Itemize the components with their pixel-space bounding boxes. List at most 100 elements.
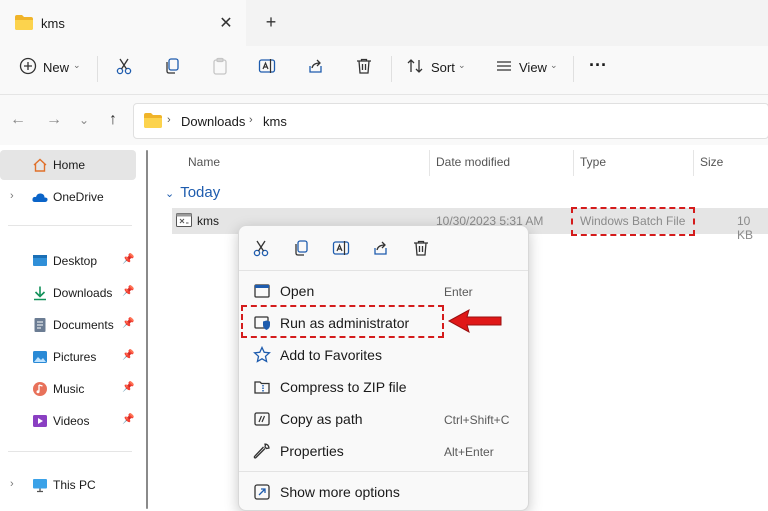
divider — [391, 56, 392, 82]
sidebar-item-this-pc[interactable]: › This PC — [0, 470, 136, 500]
menu-item-shortcut: Ctrl+Shift+C — [444, 413, 510, 427]
home-icon — [33, 158, 47, 172]
recent-locations-icon[interactable]: ⌄ — [75, 111, 93, 129]
sidebar-item-label: OneDrive — [53, 190, 104, 204]
close-tab-icon[interactable]: ✕ — [217, 13, 235, 33]
column-header-name[interactable]: Name — [188, 155, 220, 169]
rename-icon[interactable] — [255, 54, 279, 78]
folder-icon — [144, 113, 162, 128]
menu-item-label: Show more options — [280, 484, 400, 500]
context-menu: Open Enter Run as administrator Add to F… — [238, 225, 529, 511]
forward-arrow-icon[interactable]: → — [45, 111, 63, 129]
sidebar-item-videos[interactable]: Videos 📌 — [0, 406, 136, 436]
share-icon[interactable] — [304, 54, 328, 78]
address-bar[interactable]: › Downloads › kms — [133, 103, 768, 139]
chevron-down-icon: ⌄ — [165, 188, 175, 200]
pin-icon: 📌 — [122, 414, 135, 425]
column-divider[interactable] — [573, 150, 574, 176]
folder-icon — [15, 15, 33, 30]
column-header-date[interactable]: Date modified — [436, 155, 510, 169]
sidebar-item-documents[interactable]: Documents 📌 — [0, 310, 136, 340]
divider — [239, 270, 528, 271]
column-header-size[interactable]: Size — [700, 155, 723, 169]
open-icon — [254, 284, 270, 298]
pin-icon: 📌 — [122, 318, 135, 329]
sort-icon[interactable] — [403, 54, 427, 78]
sidebar-item-label: Music — [53, 382, 85, 396]
menu-item-label: Compress to ZIP file — [280, 379, 407, 395]
column-header-type[interactable]: Type — [580, 155, 606, 169]
menu-item-copy-as-path[interactable]: Copy as path Ctrl+Shift+C — [239, 403, 528, 435]
share-icon[interactable] — [369, 236, 393, 260]
group-label: Today — [180, 184, 221, 201]
chevron-down-icon: ⌄ — [73, 60, 81, 70]
new-tab-button[interactable]: + — [262, 12, 280, 33]
sidebar-item-downloads[interactable]: Downloads 📌 — [0, 278, 136, 308]
batch-file-icon — [176, 213, 192, 227]
column-divider[interactable] — [693, 150, 694, 176]
menu-item-compress-to-zip[interactable]: Compress to ZIP file — [239, 371, 528, 403]
divider — [97, 56, 98, 82]
expand-chevron-icon[interactable]: › — [10, 478, 14, 490]
column-divider[interactable] — [429, 150, 430, 176]
menu-item-show-more-options[interactable]: Show more options — [239, 476, 528, 508]
breadcrumb-separator[interactable]: › — [249, 114, 253, 126]
copy-icon[interactable] — [160, 54, 184, 78]
type-highlight-box — [571, 207, 695, 236]
navigation-pane: Home › OneDrive Desktop 📌 Downloads 📌 Do… — [0, 145, 150, 509]
divider — [573, 56, 574, 82]
back-arrow-icon[interactable]: ← — [9, 111, 27, 129]
pin-icon: 📌 — [122, 286, 135, 297]
sidebar-item-desktop[interactable]: Desktop 📌 — [0, 246, 136, 276]
sidebar-item-label: This PC — [53, 478, 96, 492]
divider — [239, 471, 528, 472]
up-arrow-icon[interactable]: ↑ — [104, 111, 122, 129]
expand-chevron-icon[interactable]: › — [10, 190, 14, 202]
sidebar-item-label: Home — [53, 158, 86, 172]
pin-icon: 📌 — [122, 350, 135, 361]
view-icon[interactable] — [492, 54, 516, 78]
menu-item-add-to-favorites[interactable]: Add to Favorites — [239, 339, 528, 371]
picture-icon — [33, 351, 47, 363]
sidebar-item-pictures[interactable]: Pictures 📌 — [0, 342, 136, 372]
document-icon — [34, 318, 46, 332]
view-button[interactable]: View — [519, 60, 547, 75]
copy-icon[interactable] — [289, 236, 313, 260]
group-header-today[interactable]: ⌄ Today — [165, 184, 220, 201]
sidebar-item-music[interactable]: Music 📌 — [0, 374, 136, 404]
sidebar-item-home[interactable]: Home — [0, 150, 136, 180]
more-options-icon[interactable]: ··· — [589, 55, 607, 76]
divider — [8, 451, 132, 452]
wrench-icon — [253, 443, 270, 459]
more-options-icon — [254, 484, 270, 500]
chevron-down-icon: ⌄ — [550, 60, 558, 70]
add-icon[interactable] — [16, 54, 40, 78]
cut-icon[interactable] — [112, 54, 136, 78]
rename-icon[interactable] — [329, 236, 353, 260]
menu-item-shortcut: Enter — [444, 285, 473, 299]
run-as-admin-highlight-box — [241, 305, 444, 338]
cut-icon[interactable] — [249, 236, 273, 260]
sidebar-item-label: Videos — [53, 414, 90, 428]
menu-item-label: Add to Favorites — [280, 347, 382, 363]
sidebar-scrollbar[interactable] — [146, 150, 148, 509]
desktop-icon — [33, 255, 47, 266]
tab-kms[interactable]: kms ✕ — [0, 0, 246, 46]
menu-item-properties[interactable]: Properties Alt+Enter — [239, 435, 528, 467]
new-button[interactable]: New — [43, 60, 69, 75]
breadcrumb-separator[interactable]: › — [167, 114, 171, 126]
breadcrumb-downloads[interactable]: Downloads — [181, 114, 245, 129]
sidebar-item-label: Downloads — [53, 286, 113, 300]
copy-path-icon — [254, 412, 270, 426]
menu-item-shortcut: Alt+Enter — [444, 445, 494, 459]
computer-icon — [33, 479, 47, 493]
delete-icon[interactable] — [409, 236, 433, 260]
download-icon — [34, 286, 46, 301]
sort-button[interactable]: Sort — [431, 60, 455, 75]
sidebar-item-onedrive[interactable]: › OneDrive — [0, 182, 136, 212]
menu-item-open[interactable]: Open Enter — [239, 275, 528, 307]
menu-item-label: Copy as path — [280, 411, 363, 427]
breadcrumb-kms[interactable]: kms — [263, 114, 287, 129]
cloud-icon — [32, 193, 48, 202]
delete-icon[interactable] — [352, 54, 376, 78]
